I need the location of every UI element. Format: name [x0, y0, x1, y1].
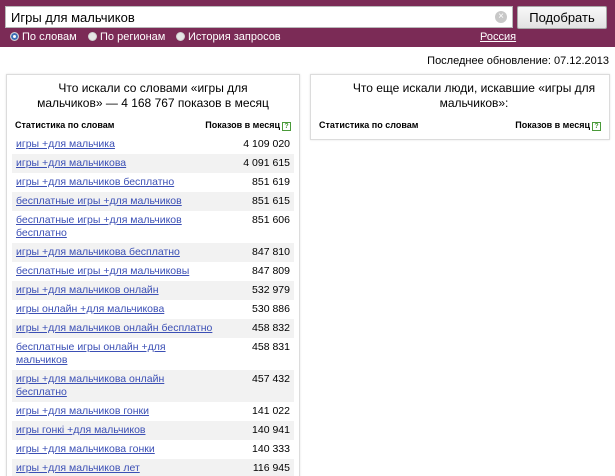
impressions-count: 4 109 020 — [243, 138, 290, 150]
search-box: × — [5, 6, 513, 28]
help-icon[interactable]: ? — [592, 122, 601, 131]
region-link[interactable]: Россия — [480, 31, 516, 43]
table-row: игры +для мальчиков бесплатно 851 619 — [12, 173, 294, 192]
table-row: игры +для мальчиков онлайн бесплатно 458 … — [12, 319, 294, 338]
column-header-stats: Статистика по словам — [319, 120, 419, 130]
table-row: игры +для мальчика 4 109 020 — [12, 135, 294, 154]
impressions-count: 116 945 — [252, 462, 290, 474]
impressions-count: 851 615 — [252, 195, 290, 207]
impressions-count: 532 979 — [252, 284, 290, 296]
table-row: игры +для мальчикова бесплатно 847 810 — [12, 243, 294, 262]
radio-label: По словам — [22, 31, 77, 43]
radio-history[interactable]: История запросов — [176, 31, 281, 43]
panel-title: Что еще искали люди, искавшие «игры для … — [352, 81, 596, 110]
radio-by-regions[interactable]: По регионам — [88, 31, 165, 43]
keyword-link[interactable]: игры +для мальчиков лет — [12, 459, 294, 476]
panel-title: Что искали со словами «игры для мальчико… — [37, 81, 269, 110]
table-header: Статистика по словам Показов в месяц? — [319, 120, 601, 134]
impressions-count: 458 831 — [252, 341, 290, 353]
table-header: Статистика по словам Показов в месяц? — [15, 120, 291, 134]
table-row: игры гонкі +для мальчиков 140 941 — [12, 421, 294, 440]
column-header-stats: Статистика по словам — [15, 120, 115, 130]
table-row: игры +для мальчиков онлайн 532 979 — [12, 281, 294, 300]
search-input[interactable] — [6, 7, 491, 27]
impressions-count: 851 619 — [252, 176, 290, 188]
impressions-count: 140 333 — [252, 443, 290, 455]
radio-unselected-icon — [88, 32, 97, 41]
impressions-count: 4 091 615 — [243, 157, 290, 169]
search-button[interactable]: Подобрать — [517, 6, 607, 29]
table-row: игры онлайн +для мальчикова 530 886 — [12, 300, 294, 319]
radio-label: История запросов — [188, 31, 281, 43]
impressions-count: 140 941 — [252, 424, 290, 436]
table-row: игры +для мальчикова онлайн бесплатно 457… — [12, 370, 294, 402]
table-row: игры +для мальчиков лет 116 945 — [12, 459, 294, 476]
table-row: игры +для мальчикова 4 091 615 — [12, 154, 294, 173]
column-header-impressions: Показов в месяц? — [205, 120, 291, 131]
impressions-count: 458 832 — [252, 322, 290, 334]
impressions-count: 847 809 — [252, 265, 290, 277]
table-row: бесплатные игры +для мальчиков 851 615 — [12, 192, 294, 211]
impressions-count: 530 886 — [252, 303, 290, 315]
search-bar: × Подобрать По словам По регионам Истори… — [0, 0, 615, 47]
impressions-count: 457 432 — [252, 373, 290, 385]
table-row: игры +для мальчикова гонки 140 333 — [12, 440, 294, 459]
table-row: бесплатные игры онлайн +для мальчиков 458… — [12, 338, 294, 370]
radio-selected-icon — [10, 32, 19, 41]
column-header-impressions-label: Показов в месяц — [205, 120, 280, 130]
impressions-count: 847 810 — [252, 246, 290, 258]
table-row: игры +для мальчиков гонки 141 022 — [12, 402, 294, 421]
clear-icon[interactable]: × — [495, 11, 507, 23]
impressions-count: 851 606 — [252, 214, 290, 226]
table-row: бесплатные игры +для мальчиков бесплатно… — [12, 211, 294, 243]
column-header-impressions-label: Показов в месяц — [515, 120, 590, 130]
radio-by-words[interactable]: По словам — [10, 31, 77, 43]
column-header-impressions: Показов в месяц? — [515, 120, 601, 131]
related-queries-panel: Что искали со словами «игры для мальчико… — [6, 74, 300, 476]
impressions-count: 141 022 — [252, 405, 290, 417]
also-searched-panel: Что еще искали люди, искавшие «игры для … — [310, 74, 610, 140]
keyword-table: игры +для мальчика 4 109 020 игры +для мал… — [12, 135, 294, 476]
help-icon[interactable]: ? — [282, 122, 291, 131]
table-row: бесплатные игры +для мальчиковы 847 809 — [12, 262, 294, 281]
last-update-text: Последнее обновление: 07.12.2013 — [427, 55, 609, 67]
radio-unselected-icon — [176, 32, 185, 41]
radio-label: По регионам — [100, 31, 166, 43]
